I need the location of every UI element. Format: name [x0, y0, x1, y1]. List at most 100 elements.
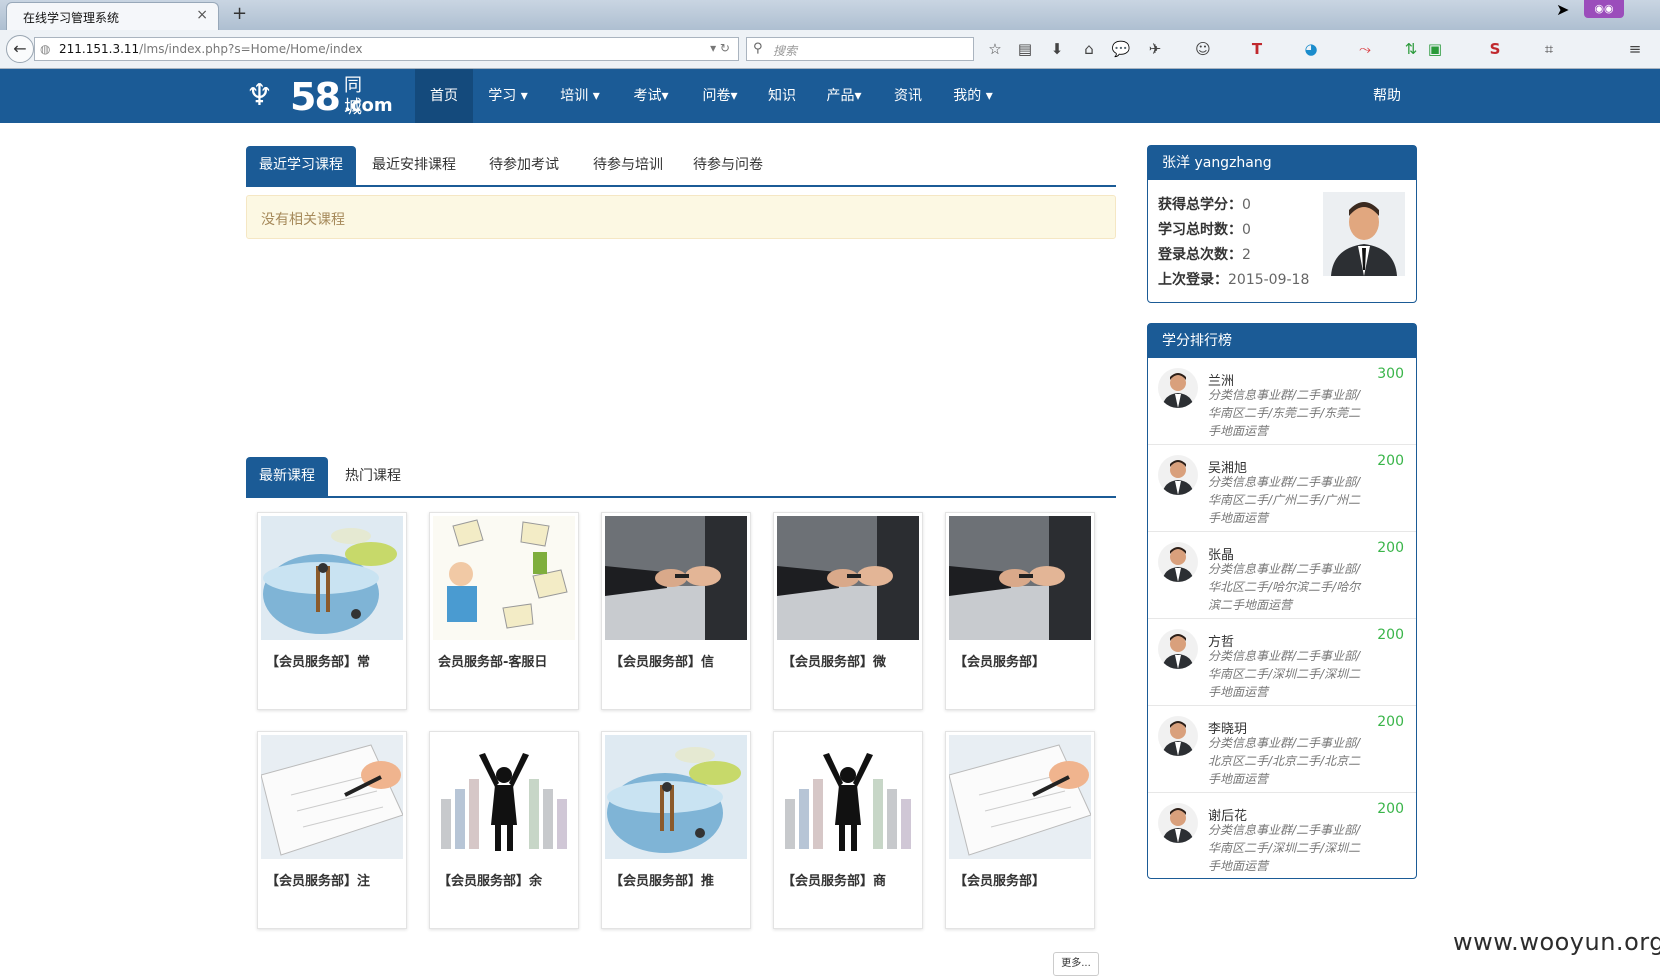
- nav-study[interactable]: 学习 ▾: [475, 69, 541, 123]
- ranking-row[interactable]: 张晶 分类信息事业群/二手事业部/华北区二手/哈尔滨二手/哈尔滨二手地面运营 2…: [1148, 532, 1416, 619]
- course-card[interactable]: 【会员服务部】注: [257, 731, 407, 929]
- stat-value: 0: [1242, 197, 1251, 213]
- globe-icon: ◍: [40, 42, 51, 56]
- graph-icon[interactable]: ⤳: [1354, 38, 1376, 60]
- ranking-row[interactable]: 兰洲 分类信息事业群/二手事业部/华南区二手/东莞二手/东莞二手地面运营 300: [1148, 358, 1416, 445]
- mouse-cursor-icon: ➤: [1556, 0, 1570, 19]
- tab-pending-training[interactable]: 待参与培训: [578, 146, 678, 185]
- course-title: 【会员服务部】余: [438, 874, 543, 889]
- bookmark-star-icon[interactable]: ☆: [984, 38, 1006, 60]
- url-text: 211.151.3.11/lms/index.php?s=Home/Home/i…: [59, 42, 362, 56]
- smiley-icon[interactable]: ☺: [1192, 38, 1214, 60]
- course-card[interactable]: 【会员服务部】推: [601, 731, 751, 929]
- tab-latest-courses[interactable]: 最新课程: [246, 457, 328, 496]
- menu-icon[interactable]: ≡: [1624, 38, 1646, 60]
- stat-label: 学习总时数：: [1158, 222, 1242, 238]
- nav-mine[interactable]: 我的 ▾: [940, 69, 1006, 123]
- home-icon[interactable]: ⌂: [1078, 38, 1100, 60]
- course-card[interactable]: 【会员服务部】: [945, 512, 1095, 710]
- ranking-row[interactable]: 吴湘旭 分类信息事业群/二手事业部/华南区二手/广州二手/广州二手地面运营 20…: [1148, 445, 1416, 532]
- course-card[interactable]: 【会员服务部】: [945, 731, 1095, 929]
- address-bar[interactable]: ◍ 211.151.3.11/lms/index.php?s=Home/Home…: [34, 37, 739, 61]
- stat-last-login: 上次登录：2015-09-18: [1158, 269, 1309, 289]
- reading-list-icon[interactable]: ▤: [1014, 38, 1036, 60]
- url-host: 211.151.3.11: [59, 42, 140, 56]
- browser-tab-title: 在线学习管理系统: [23, 11, 120, 25]
- rank-department: 分类信息事业群/二手事业部/华南区二手/深圳二手/深圳二手地面运营: [1208, 649, 1361, 699]
- nav-knowledge[interactable]: 知识: [756, 69, 808, 123]
- ranking-row[interactable]: 方哲 分类信息事业群/二手事业部/华南区二手/深圳二手/深圳二手地面运营 200: [1148, 619, 1416, 706]
- ranking-title: 学分排行榜: [1148, 324, 1416, 358]
- more-courses-button[interactable]: 更多...: [1053, 952, 1099, 976]
- rank-score: 200: [1377, 540, 1404, 556]
- browser-tab[interactable]: 在线学习管理系统 ×: [6, 2, 219, 30]
- ranking-row[interactable]: 李晓玥 分类信息事业群/二手事业部/北京区二手/北京二手/北京二手地面运营 20…: [1148, 706, 1416, 793]
- avatar: [1158, 542, 1198, 582]
- stat-label: 登录总次数：: [1158, 247, 1242, 263]
- globe-addon-icon[interactable]: ◕: [1300, 38, 1322, 60]
- search-icon: ⚲: [753, 41, 763, 56]
- download-icon[interactable]: ⬇: [1046, 38, 1068, 60]
- ranking-panel: 学分排行榜 兰洲 分类信息事业群/二手事业部/华南区二手/东莞二手/东莞二手地面…: [1147, 323, 1417, 879]
- crop-icon[interactable]: ⌗: [1538, 38, 1560, 60]
- nav-survey[interactable]: 问卷▾: [688, 69, 752, 123]
- profile-name: 张洋 yangzhang: [1148, 146, 1416, 180]
- ranking-row[interactable]: 谢后花 分类信息事业群/二手事业部/华南区二手/深圳二手/深圳二手地面运营 20…: [1148, 793, 1416, 879]
- catalog-tabs: 最新课程 热门课程: [246, 457, 1116, 498]
- chat-icon[interactable]: 💬: [1110, 38, 1132, 60]
- private-mask-icon[interactable]: ◉◉: [1584, 0, 1624, 18]
- stat-label: 上次登录：: [1158, 272, 1228, 288]
- course-card[interactable]: 【会员服务部】常: [257, 512, 407, 710]
- nav-home[interactable]: 首页: [415, 69, 473, 123]
- nav-exam[interactable]: 考试▾: [618, 69, 684, 123]
- rank-department: 分类信息事业群/二手事业部/华南区二手/深圳二手/深圳二手地面运营: [1208, 823, 1361, 873]
- tab-recent-learning[interactable]: 最近学习课程: [246, 146, 356, 185]
- back-arrow-icon[interactable]: ←: [6, 35, 34, 63]
- rank-score: 300: [1377, 366, 1404, 382]
- url-path: /lms/index.php?s=Home/Home/index: [139, 42, 363, 56]
- nav-training[interactable]: 培训 ▾: [546, 69, 614, 123]
- tab-recent-assigned[interactable]: 最近安排课程: [358, 146, 470, 185]
- course-card[interactable]: 【会员服务部】微: [773, 512, 923, 710]
- course-thumbnail: [949, 735, 1091, 859]
- close-tab-icon[interactable]: ×: [196, 7, 208, 23]
- new-tab-button[interactable]: +: [232, 3, 247, 24]
- course-thumbnail: [261, 516, 403, 640]
- empty-message: 没有相关课程: [261, 212, 345, 228]
- profile-panel: 张洋 yangzhang 获得总学分：0 学习总时数：0 登录总次数：2 上次登…: [1147, 145, 1417, 303]
- stat-total-credits: 获得总学分：0: [1158, 194, 1251, 214]
- browser-search-input[interactable]: ⚲ 搜索: [746, 37, 974, 61]
- tab-pending-exams[interactable]: 待参加考试: [474, 146, 574, 185]
- course-card[interactable]: 【会员服务部】信: [601, 512, 751, 710]
- rank-department: 分类信息事业群/二手事业部/北京区二手/北京二手/北京二手地面运营: [1208, 736, 1361, 786]
- course-thumbnail: [433, 735, 575, 859]
- extension-icon[interactable]: ✈: [1144, 38, 1166, 60]
- course-title: 【会员服务部】: [954, 655, 1046, 670]
- tab-pending-surveys[interactable]: 待参与问卷: [678, 146, 778, 185]
- course-thumbnail: [605, 516, 747, 640]
- rank-department: 分类信息事业群/二手事业部/华南区二手/广州二手/广州二手地面运营: [1208, 475, 1361, 525]
- logo-number: 58: [290, 75, 341, 119]
- avatar: [1158, 455, 1198, 495]
- course-title: 【会员服务部】推: [610, 874, 715, 889]
- course-thumbnail: [605, 735, 747, 859]
- nav-news[interactable]: 资讯: [880, 69, 936, 123]
- tab-hot-courses[interactable]: 热门课程: [332, 457, 414, 496]
- course-card[interactable]: 【会员服务部】商: [773, 731, 923, 929]
- logo-figure-icon: ♆: [246, 78, 273, 113]
- nav-help[interactable]: 帮助: [1362, 69, 1412, 123]
- avatar: [1158, 716, 1198, 756]
- sync-icon[interactable]: ⇅: [1400, 38, 1422, 60]
- rank-department: 分类信息事业群/二手事业部/华南区二手/东莞二手/东莞二手地面运营: [1208, 388, 1361, 438]
- course-card[interactable]: 【会员服务部】余: [429, 731, 579, 929]
- s-addon-icon[interactable]: S: [1484, 38, 1506, 60]
- course-title: 【会员服务部】信: [610, 655, 715, 670]
- reload-icon[interactable]: ▾ ↻: [710, 41, 730, 55]
- course-title: 【会员服务部】: [954, 874, 1046, 889]
- android-icon[interactable]: ▣: [1424, 38, 1446, 60]
- text-t-icon[interactable]: T: [1246, 38, 1268, 60]
- course-card[interactable]: 会员服务部-客服日: [429, 512, 579, 710]
- nav-products[interactable]: 产品▾: [812, 69, 876, 123]
- course-thumbnail: [433, 516, 575, 640]
- watermark: www.wooyun.org: [1453, 928, 1660, 956]
